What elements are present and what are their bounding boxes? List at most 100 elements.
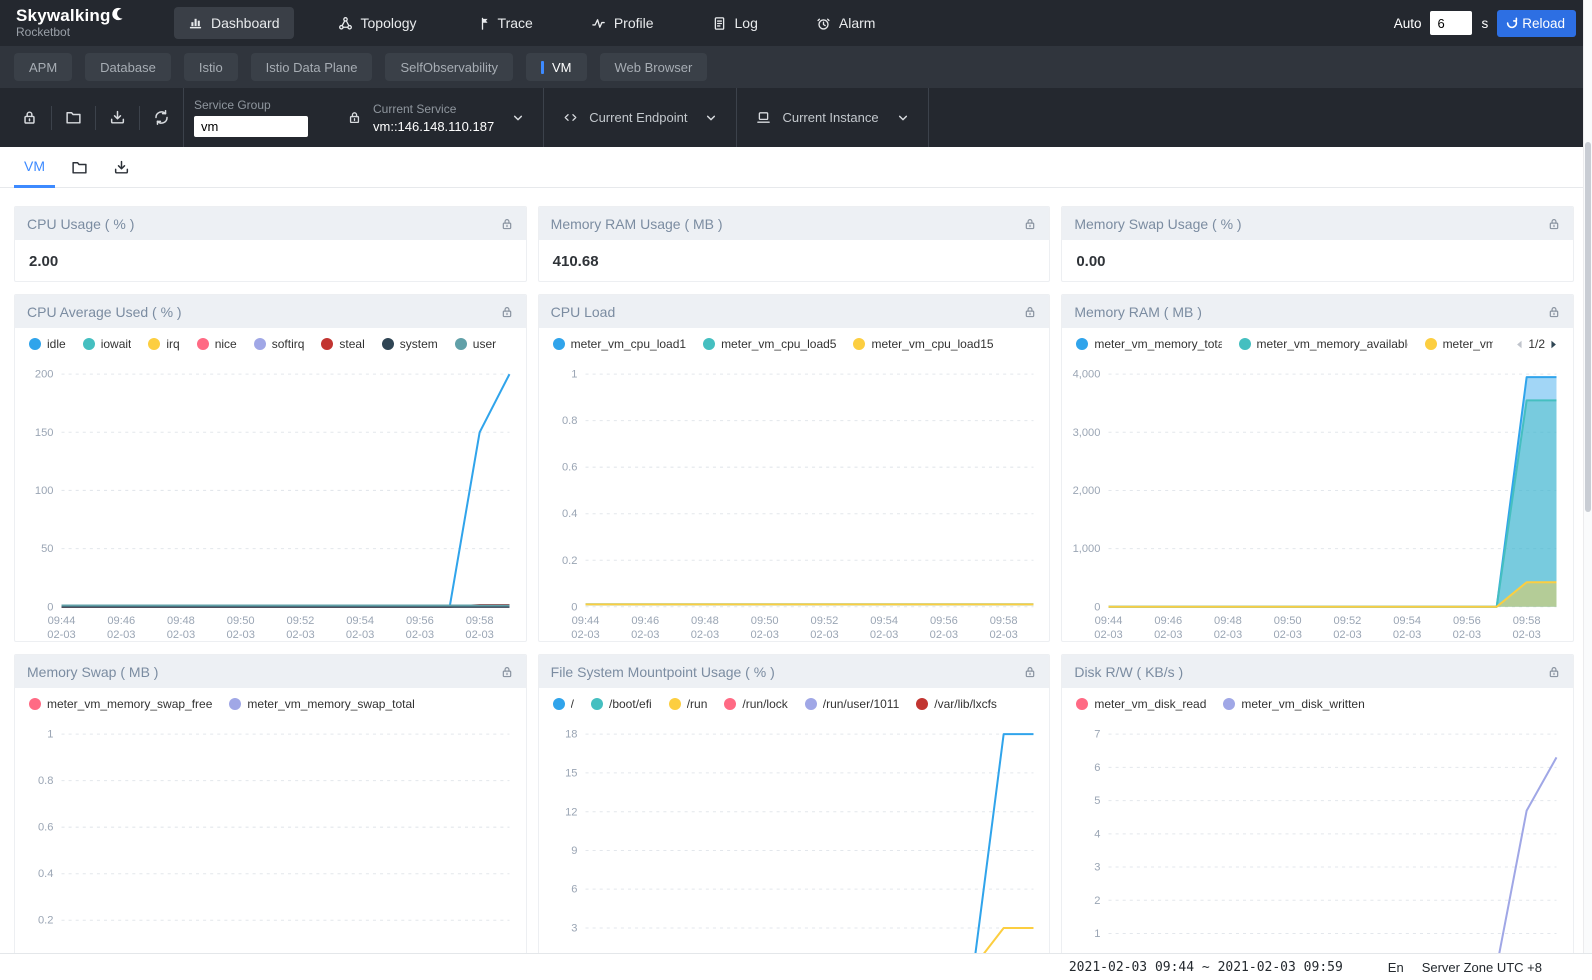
card-title: CPU Usage ( % ) xyxy=(27,216,134,232)
svg-text:02-03: 02-03 xyxy=(1214,629,1242,641)
tab-vm[interactable]: VM xyxy=(14,147,55,188)
dashboard-template-tabs: APM Database Istio Istio Data Plane SelfObse… xyxy=(0,46,1592,88)
legend-item-system[interactable]: system xyxy=(382,337,438,351)
log-icon xyxy=(712,16,727,31)
lock-icon xyxy=(347,110,362,125)
nav-item-topology[interactable]: Topology xyxy=(324,7,431,39)
legend-dot xyxy=(382,338,394,350)
chevron-down-icon xyxy=(897,112,909,124)
legend-dot xyxy=(29,698,41,710)
reload-button[interactable]: Reload xyxy=(1497,10,1576,37)
dashboard-tab-istio[interactable]: Istio xyxy=(184,53,238,81)
brand-subtitle: Rocketbot xyxy=(16,26,164,39)
stat-value: 410.68 xyxy=(539,240,1050,282)
scrollbar-thumb[interactable] xyxy=(1585,142,1591,512)
legend-item-run[interactable]: /run xyxy=(669,697,708,711)
service-group-input[interactable] xyxy=(194,116,308,137)
svg-text:2: 2 xyxy=(1095,895,1101,907)
legend-item-softirq[interactable]: softirq xyxy=(254,337,305,351)
nav-item-profile[interactable]: Profile xyxy=(577,7,668,39)
current-endpoint-select[interactable]: Current Endpoint xyxy=(544,88,736,147)
legend-item-steal[interactable]: steal xyxy=(321,337,364,351)
lock-icon[interactable] xyxy=(500,665,514,679)
svg-text:3,000: 3,000 xyxy=(1073,427,1101,439)
legend-item-meter-vm-cpu-load1[interactable]: meter_vm_cpu_load1 xyxy=(553,337,686,351)
dashboard-tab-selfobservability[interactable]: SelfObservability xyxy=(385,53,513,81)
svg-text:02-03: 02-03 xyxy=(346,629,374,641)
lock-icon[interactable] xyxy=(500,305,514,319)
alarm-icon xyxy=(816,16,831,31)
svg-text:0.2: 0.2 xyxy=(562,555,577,567)
svg-text:02-03: 02-03 xyxy=(1274,629,1302,641)
legend-item-var-lib-lxcfs[interactable]: /var/lib/lxcfs xyxy=(916,697,997,711)
lock-icon[interactable] xyxy=(500,217,514,231)
brand[interactable]: Skywalking Rocketbot xyxy=(16,7,164,39)
dashboard-tab-istio-data-plane[interactable]: Istio Data Plane xyxy=(251,53,373,81)
legend-item-irq[interactable]: irq xyxy=(148,337,179,351)
toolbar-download-icon[interactable] xyxy=(96,109,139,126)
legend-dot xyxy=(83,338,95,350)
language-toggle[interactable]: En xyxy=(1388,960,1404,975)
legend-item-idle[interactable]: idle xyxy=(29,337,66,351)
time-range-picker[interactable]: 2021-02-03 09:44 ~ 2021-02-03 09:59 xyxy=(1069,960,1343,975)
svg-text:0: 0 xyxy=(1095,601,1101,613)
nav-item-dashboard[interactable]: Dashboard xyxy=(174,7,294,39)
dashboard-tab-database[interactable]: Database xyxy=(85,53,171,81)
legend-dot xyxy=(254,338,266,350)
svg-text:0.8: 0.8 xyxy=(38,775,53,787)
svg-text:0.4: 0.4 xyxy=(562,508,577,520)
legend-item-meter-vm-disk-read[interactable]: meter_vm_disk_read xyxy=(1076,697,1206,711)
lock-icon[interactable] xyxy=(1547,305,1561,319)
legend-item-item[interactable]: / xyxy=(553,697,574,711)
lock-icon[interactable] xyxy=(1547,665,1561,679)
card-header: Memory Swap Usage ( % ) xyxy=(1062,207,1573,240)
toolbar-lock-icon[interactable] xyxy=(8,109,51,126)
svg-text:09:46: 09:46 xyxy=(631,615,659,627)
lock-icon[interactable] xyxy=(1547,217,1561,231)
nav-item-trace[interactable]: Trace xyxy=(461,7,547,39)
lock-icon[interactable] xyxy=(1023,665,1037,679)
current-instance-select[interactable]: Current Instance xyxy=(737,88,927,147)
legend-item-meter-vm-memory-total[interactable]: meter_vm_memory_total xyxy=(1076,337,1221,351)
pagetab-download-icon[interactable] xyxy=(103,159,139,176)
legend-item-run-user-1011[interactable]: /run/user/1011 xyxy=(805,697,900,711)
toolbar-refresh-icon[interactable] xyxy=(140,109,183,126)
pagetab-folder-icon[interactable] xyxy=(61,159,97,176)
legend-item-iowait[interactable]: iowait xyxy=(83,337,132,351)
legend-item-meter-vm-memory-available[interactable]: meter_vm_memory_available xyxy=(1239,337,1408,351)
lock-icon[interactable] xyxy=(1023,217,1037,231)
dashboard-tab-apm[interactable]: APM xyxy=(14,53,72,81)
legend-item-meter-vm-disk-written[interactable]: meter_vm_disk_written xyxy=(1223,697,1364,711)
toolbar-folder-icon[interactable] xyxy=(52,109,95,126)
svg-text:09:56: 09:56 xyxy=(406,615,434,627)
svg-text:09:44: 09:44 xyxy=(48,615,76,627)
nav-item-log[interactable]: Log xyxy=(698,7,772,39)
legend-item-nice[interactable]: nice xyxy=(197,337,237,351)
svg-text:09:54: 09:54 xyxy=(1394,615,1422,627)
dashboard-tab-web-browser[interactable]: Web Browser xyxy=(600,53,708,81)
current-service-select[interactable]: Current Service vm::146.148.110.187 xyxy=(328,88,543,147)
svg-text:09:50: 09:50 xyxy=(1274,615,1302,627)
legend-item-meter-vm-memory-swap-free[interactable]: meter_vm_memory_swap_free xyxy=(29,697,212,711)
auto-refresh-interval-input[interactable] xyxy=(1430,11,1472,35)
legend-item-meter-vm-cpu-load5[interactable]: meter_vm_cpu_load5 xyxy=(703,337,836,351)
pager-next-icon[interactable] xyxy=(1548,338,1559,351)
svg-text:09:58: 09:58 xyxy=(1513,615,1541,627)
nav-item-alarm[interactable]: Alarm xyxy=(802,7,890,39)
lock-icon[interactable] xyxy=(1023,305,1037,319)
svg-text:0.6: 0.6 xyxy=(38,822,53,834)
chart-legend: idle iowait irq nice softirq steal system user xyxy=(15,328,526,360)
legend-item-meter-vm[interactable]: meter_vm xyxy=(1425,337,1494,351)
legend-item-user[interactable]: user xyxy=(455,337,496,351)
pager-prev-icon[interactable] xyxy=(1514,338,1525,351)
svg-text:15: 15 xyxy=(565,767,577,779)
legend-item-meter-vm-memory-swap-total[interactable]: meter_vm_memory_swap_total xyxy=(229,697,414,711)
scrollbar-track[interactable] xyxy=(1583,0,1592,980)
legend-item-boot-efi[interactable]: /boot/efi xyxy=(591,697,652,711)
dashboard-tab-vm[interactable]: VM xyxy=(526,53,587,81)
chart-legend: meter_vm_disk_read meter_vm_disk_written xyxy=(1062,688,1573,720)
legend-item-meter-vm-cpu-load15[interactable]: meter_vm_cpu_load15 xyxy=(853,337,993,351)
cards-grid: CPU Usage ( % )2.00Memory RAM Usage ( MB… xyxy=(0,188,1592,980)
legend-item-run-lock[interactable]: /run/lock xyxy=(724,697,787,711)
page-tabs: VM xyxy=(0,147,1592,188)
